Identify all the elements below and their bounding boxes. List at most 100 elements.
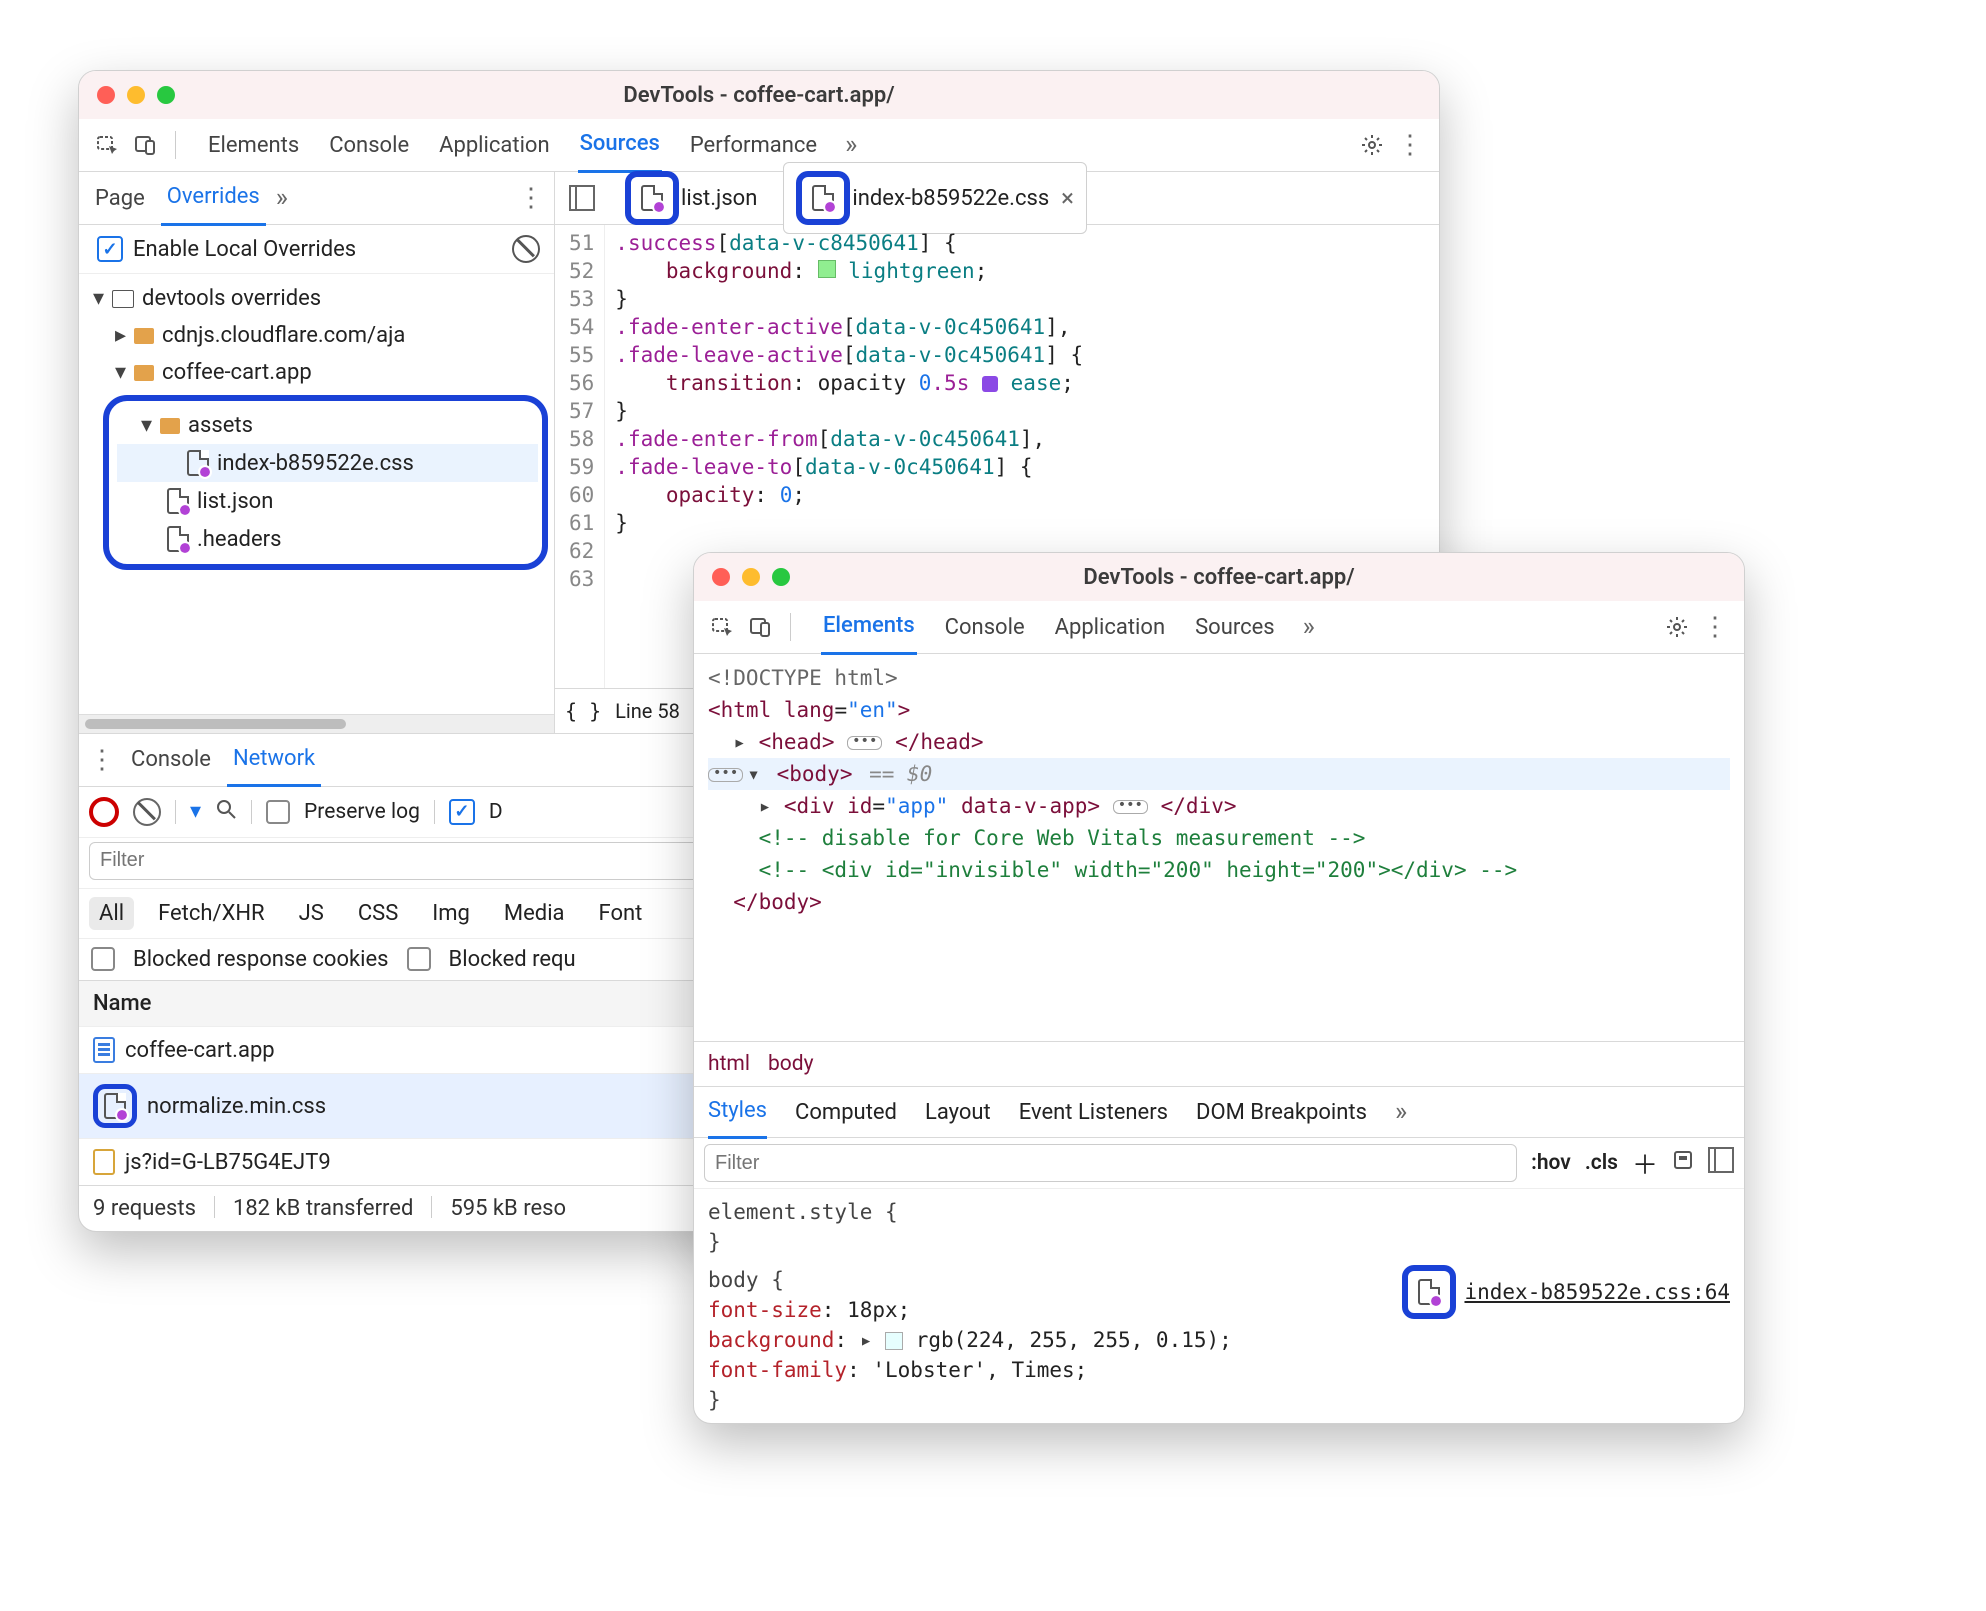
type-filter-media[interactable]: Media (494, 897, 575, 930)
drawer-menu-icon[interactable] (89, 745, 115, 775)
search-icon[interactable] (215, 798, 237, 826)
styles-tab-event-listeners[interactable]: Event Listeners (1019, 1100, 1168, 1125)
zoom-window[interactable] (772, 568, 790, 586)
close-window[interactable] (712, 568, 730, 586)
new-rule-icon[interactable]: ＋ (1632, 1145, 1658, 1182)
filter-toggle-icon[interactable]: ▾ (190, 799, 201, 824)
enable-overrides-checkbox[interactable]: ✓ (97, 236, 123, 262)
bc-html[interactable]: html (708, 1052, 750, 1076)
zoom-window[interactable] (157, 86, 175, 104)
more-tabs-icon[interactable] (1303, 612, 1315, 642)
tree-site[interactable]: coffee-cart.app (85, 354, 554, 391)
tab-elements[interactable]: Elements (206, 119, 301, 171)
cursor-position: Line 58 (615, 699, 680, 723)
tab-application[interactable]: Application (1053, 601, 1167, 653)
device-toggle-icon[interactable] (744, 610, 778, 644)
tab-sources[interactable]: Sources (1193, 601, 1277, 653)
inspect-icon[interactable] (706, 610, 740, 644)
more-styles-tabs-icon[interactable] (1395, 1097, 1407, 1127)
type-filter-fetchxhr[interactable]: Fetch/XHR (148, 897, 275, 930)
sidebar-toggle-icon[interactable] (1708, 1147, 1734, 1179)
tree-root[interactable]: devtools overrides (85, 280, 554, 317)
js-icon (93, 1149, 115, 1175)
enable-overrides-label: Enable Local Overrides (133, 237, 356, 262)
transferred: 182 kB transferred (233, 1196, 413, 1221)
close-tab-icon[interactable] (1057, 184, 1074, 212)
type-filter-all[interactable]: All (89, 897, 134, 930)
color-swatch[interactable] (885, 1332, 903, 1350)
file-icon (187, 450, 209, 476)
styles-tab-layout[interactable]: Layout (925, 1100, 991, 1125)
overflow-menu-icon[interactable] (1698, 610, 1732, 644)
drawer-console-tab[interactable]: Console (125, 734, 217, 786)
styles-tab-computed[interactable]: Computed (795, 1100, 897, 1125)
minimize-window[interactable] (742, 568, 760, 586)
hov-toggle[interactable]: :hov (1531, 1151, 1571, 1175)
device-toggle-icon[interactable] (129, 128, 163, 162)
overrides-tab[interactable]: Overrides (161, 171, 266, 226)
minimize-window[interactable] (127, 86, 145, 104)
override-badge (93, 1084, 137, 1128)
nav-menu-icon[interactable] (518, 183, 544, 213)
clear-overrides-icon[interactable] (512, 235, 540, 263)
pretty-print-icon[interactable]: { } (565, 699, 601, 723)
window-title: DevTools - coffee-cart.app/ (79, 83, 1439, 108)
preserve-log-checkbox[interactable] (266, 800, 290, 824)
enable-overrides-row: ✓ Enable Local Overrides (79, 225, 554, 274)
type-filter-js[interactable]: JS (289, 897, 334, 930)
overrides-tree: devtools overrides cdnjs.cloudflare.com/… (79, 274, 554, 714)
styles-body: element.style { } index-b859522e.css:64 … (694, 1189, 1744, 1423)
tab-console[interactable]: Console (327, 119, 411, 171)
close-window[interactable] (97, 86, 115, 104)
tree-css[interactable]: index-b859522e.css (117, 444, 538, 482)
toggle-navigator-icon[interactable] (565, 181, 599, 215)
disable-cache-checkbox[interactable]: ✓ (449, 799, 475, 825)
gear-icon[interactable] (1355, 128, 1389, 162)
elements-tree[interactable]: <!DOCTYPE html> <html lang="en"> <head> … (694, 654, 1744, 1041)
gear-icon[interactable] (1660, 610, 1694, 644)
bc-body[interactable]: body (768, 1052, 814, 1076)
file-icon (167, 526, 189, 552)
traffic-lights[interactable] (97, 86, 175, 104)
type-filter-img[interactable]: Img (422, 897, 480, 930)
preserve-log-label: Preserve log (304, 800, 420, 824)
tab-application[interactable]: Application (437, 119, 551, 171)
styles-tab-styles[interactable]: Styles (708, 1086, 767, 1139)
drawer-network-tab[interactable]: Network (227, 732, 321, 787)
record-icon[interactable] (89, 797, 119, 827)
resources: 595 kB reso (450, 1196, 566, 1221)
window-title: DevTools - coffee-cart.app/ (694, 565, 1744, 590)
tab-console[interactable]: Console (943, 601, 1027, 653)
inspect-icon[interactable] (91, 128, 125, 162)
more-tabs-icon[interactable] (845, 130, 857, 160)
tab-elements[interactable]: Elements (821, 600, 917, 655)
blocked-cookies-label: Blocked response cookies (133, 947, 389, 972)
requests-count: 9 requests (93, 1196, 196, 1221)
blocked-requests-checkbox[interactable] (407, 947, 431, 971)
styles-tab-dom-breakpoints[interactable]: DOM Breakpoints (1196, 1100, 1367, 1125)
computed-toggle-icon[interactable] (1672, 1149, 1694, 1177)
titlebar: DevTools - coffee-cart.app/ (694, 553, 1744, 601)
type-filter-font[interactable]: Font (589, 897, 653, 930)
source-tab-css[interactable]: index-b859522e.css (783, 162, 1087, 234)
devtools-toolbar: Elements Console Application Sources (694, 601, 1744, 654)
blocked-cookies-checkbox[interactable] (91, 947, 115, 971)
overflow-menu-icon[interactable] (1393, 128, 1427, 162)
page-tab[interactable]: Page (89, 172, 151, 224)
tree-scrollbar[interactable] (79, 714, 554, 733)
more-nav-icon[interactable] (276, 183, 288, 213)
tree-headers[interactable]: .headers (117, 520, 538, 558)
override-badge (796, 171, 850, 225)
source-tab-json[interactable]: list.json (613, 163, 769, 233)
cls-toggle[interactable]: .cls (1585, 1151, 1618, 1175)
tree-json[interactable]: list.json (117, 482, 538, 520)
tree-cdn[interactable]: cdnjs.cloudflare.com/aja (85, 317, 554, 354)
blocked-requests-label: Blocked requ (449, 947, 576, 972)
clear-icon[interactable] (133, 798, 161, 826)
traffic-lights[interactable] (712, 568, 790, 586)
styles-filter[interactable] (704, 1144, 1517, 1182)
type-filter-css[interactable]: CSS (348, 897, 408, 930)
source-link[interactable]: index-b859522e.css:64 (1402, 1265, 1730, 1319)
doc-icon (93, 1037, 115, 1063)
tree-assets[interactable]: assets (117, 407, 538, 444)
